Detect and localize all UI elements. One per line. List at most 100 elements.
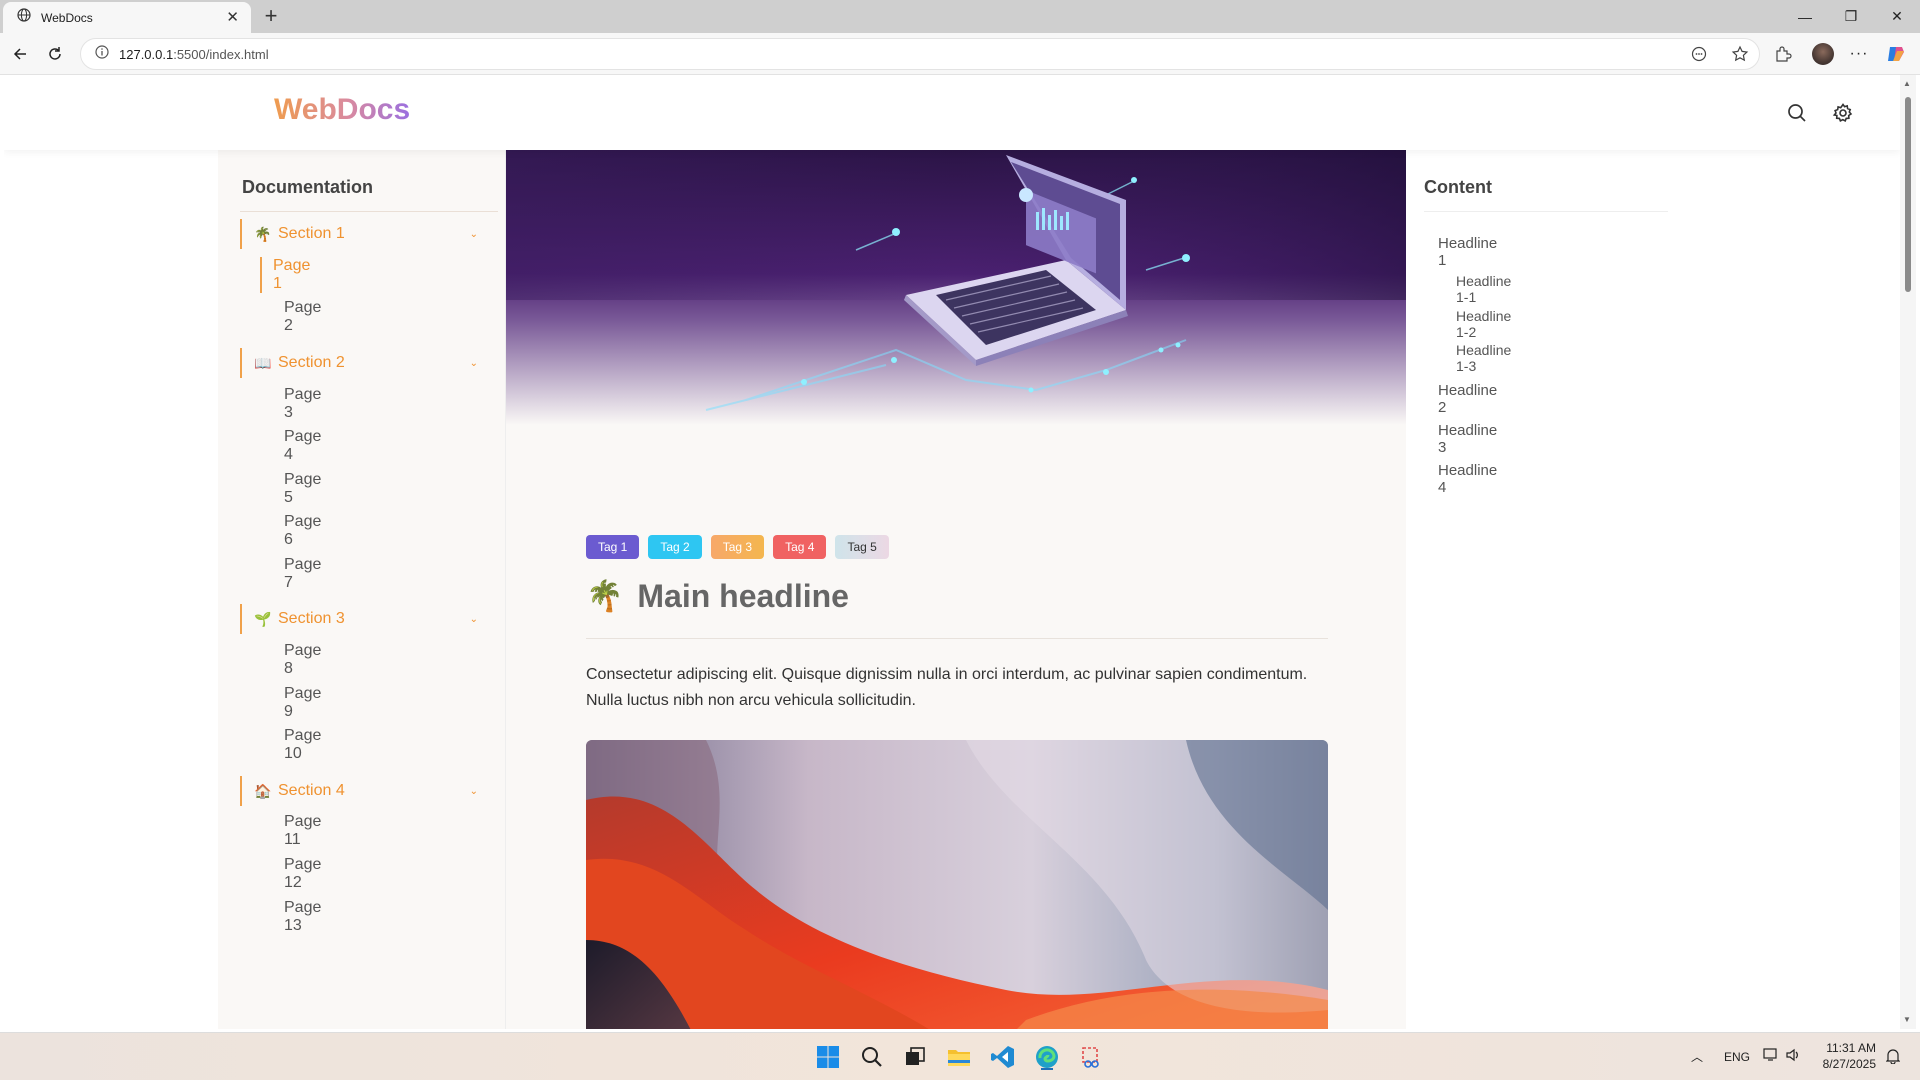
sidebar-section-2[interactable]: 📖 Section 2 ⌄ xyxy=(240,348,480,378)
chevron-down-icon[interactable]: ⌄ xyxy=(470,614,478,625)
toc-item-headline-4[interactable]: Headline 4 xyxy=(1438,462,1497,496)
palm-tree-icon: 🌴 xyxy=(254,225,272,242)
url-text: 127.0.0.1:5500/index.html xyxy=(119,46,269,62)
extensions-icon[interactable] xyxy=(1770,41,1796,67)
browser-tabstrip: WebDocs ✕ + — ❐ ✕ xyxy=(0,0,1920,33)
profile-avatar[interactable] xyxy=(1810,41,1836,67)
toc-title: Content xyxy=(1424,177,1492,197)
section-label: Section 2 xyxy=(278,354,345,371)
section-label: Section 4 xyxy=(278,782,345,799)
browser-toolbar: 127.0.0.1:5500/index.html ··· xyxy=(0,33,1920,75)
vscode-icon[interactable] xyxy=(987,1041,1019,1073)
table-of-contents xyxy=(1406,150,1666,1029)
toc-divider xyxy=(1424,211,1668,212)
favorite-star-icon[interactable] xyxy=(1727,41,1753,67)
page-title: Main headline xyxy=(637,578,849,614)
info-icon[interactable] xyxy=(95,44,109,64)
sidebar-page-5[interactable]: Page 5 xyxy=(274,471,321,507)
sidebar-section-3[interactable]: 🌱 Section 3 ⌄ xyxy=(240,604,480,634)
seedling-icon: 🌱 xyxy=(254,610,272,627)
browser-tab[interactable]: WebDocs ✕ xyxy=(3,2,251,33)
tab-title: WebDocs xyxy=(41,10,93,25)
toc-item-headline-2[interactable]: Headline 2 xyxy=(1438,382,1497,416)
task-view-icon[interactable] xyxy=(899,1041,931,1073)
scroll-up-arrow-icon[interactable]: ▲ xyxy=(1903,79,1911,88)
page-viewport: WebDocs Documentation 🌴 Section 1 ⌄ Page… xyxy=(4,75,1900,1029)
sidebar-page-4[interactable]: Page 4 xyxy=(274,428,321,464)
sidebar-section-1[interactable]: 🌴 Section 1 ⌄ xyxy=(240,219,480,249)
more-menu-icon[interactable]: ··· xyxy=(1846,41,1872,67)
new-tab-button[interactable]: + xyxy=(256,3,286,29)
restore-button[interactable]: ❐ xyxy=(1828,0,1874,33)
open-book-icon: 📖 xyxy=(254,354,272,371)
sidebar-divider xyxy=(240,211,498,212)
scroll-thumb[interactable] xyxy=(1905,97,1911,292)
tag-3[interactable]: Tag 3 xyxy=(710,535,765,559)
sidebar-page-10[interactable]: Page 10 xyxy=(274,727,321,763)
headline-divider xyxy=(586,638,1328,639)
sidebar-page-1[interactable]: Page 1 xyxy=(260,257,310,293)
hero-image xyxy=(506,150,1406,425)
section-label: Section 1 xyxy=(278,225,345,242)
close-window-button[interactable]: ✕ xyxy=(1874,0,1920,33)
sidebar-page-7[interactable]: Page 7 xyxy=(274,556,321,592)
snipping-tool-icon[interactable] xyxy=(1075,1041,1107,1073)
file-explorer-icon[interactable] xyxy=(943,1041,975,1073)
close-tab-icon[interactable]: ✕ xyxy=(226,10,239,25)
house-icon: 🏠 xyxy=(254,782,272,799)
globe-icon xyxy=(17,8,31,27)
notification-bell-icon[interactable] xyxy=(1885,1048,1901,1067)
site-logo[interactable]: WebDocs xyxy=(274,93,410,127)
sidebar-page-6[interactable]: Page 6 xyxy=(274,513,321,549)
sidebar-section-4[interactable]: 🏠 Section 4 ⌄ xyxy=(240,776,480,806)
section-label: Section 3 xyxy=(278,610,345,627)
sidebar-page-2[interactable]: Page 2 xyxy=(274,299,321,335)
sidebar-page-8[interactable]: Page 8 xyxy=(274,642,321,678)
intro-paragraph: Consectetur adipiscing elit. Quisque dig… xyxy=(586,666,1308,709)
palm-tree-icon: 🌴 xyxy=(586,580,624,613)
reader-icon[interactable] xyxy=(1686,41,1712,67)
address-bar[interactable]: 127.0.0.1:5500/index.html xyxy=(80,38,1760,70)
volume-icon[interactable] xyxy=(1785,1048,1801,1065)
sidebar-page-12[interactable]: Page 12 xyxy=(274,856,321,892)
toc-item-headline-3[interactable]: Headline 3 xyxy=(1438,422,1497,456)
gear-icon[interactable] xyxy=(1830,100,1856,126)
language-indicator[interactable]: ENG xyxy=(1724,1050,1750,1064)
back-icon[interactable] xyxy=(7,41,33,67)
minimize-button[interactable]: — xyxy=(1782,0,1828,33)
tag-1[interactable]: Tag 1 xyxy=(586,535,640,559)
search-icon[interactable] xyxy=(856,1041,888,1073)
tag-2[interactable]: Tag 2 xyxy=(648,535,702,559)
tag-list: Tag 1 Tag 2 Tag 3 Tag 4 Tag 5 xyxy=(586,535,889,559)
clock-time[interactable]: 11:31 AM xyxy=(1824,1041,1876,1055)
sidebar-page-9[interactable]: Page 9 xyxy=(274,685,321,721)
windows-start-icon[interactable] xyxy=(812,1041,844,1073)
chevron-down-icon[interactable]: ⌄ xyxy=(470,358,478,369)
main-headline: 🌴 Main headline xyxy=(586,578,849,615)
scroll-down-arrow-icon[interactable]: ▼ xyxy=(1903,1015,1911,1024)
sidebar-page-13[interactable]: Page 13 xyxy=(274,899,321,935)
sidebar-page-11[interactable]: Page 11 xyxy=(274,813,321,849)
toc-item-headline-1-3[interactable]: Headline 1-3 xyxy=(1456,342,1511,374)
sidebar-page-3[interactable]: Page 3 xyxy=(274,386,321,422)
chevron-down-icon[interactable]: ⌄ xyxy=(470,786,478,797)
tag-5[interactable]: Tag 5 xyxy=(835,535,889,559)
toc-item-headline-1-1[interactable]: Headline 1-1 xyxy=(1456,273,1511,305)
sidebar-title: Documentation xyxy=(242,177,374,197)
toc-item-headline-1[interactable]: Headline 1 xyxy=(1438,235,1497,269)
reload-icon[interactable] xyxy=(42,41,68,67)
abstract-artwork-image xyxy=(586,740,1328,1029)
main-content: Tag 1 Tag 2 Tag 3 Tag 4 Tag 5 🌴 Main hea… xyxy=(506,150,1406,1029)
page-scrollbar[interactable]: ▲ ▼ xyxy=(1900,75,1916,1029)
clock-date[interactable]: 8/27/2025 xyxy=(1818,1057,1876,1071)
chevron-down-icon[interactable]: ⌄ xyxy=(470,229,478,240)
tray-chevron-up-icon[interactable]: ︿ xyxy=(1691,1048,1703,1065)
copilot-icon[interactable] xyxy=(1883,41,1909,67)
network-icon[interactable] xyxy=(1763,1048,1779,1065)
edge-browser-icon[interactable] xyxy=(1031,1041,1063,1073)
tag-4[interactable]: Tag 4 xyxy=(773,535,827,559)
toc-item-headline-1-2[interactable]: Headline 1-2 xyxy=(1456,308,1511,340)
site-header: WebDocs xyxy=(4,75,1900,150)
search-icon[interactable] xyxy=(1784,100,1810,126)
windows-taskbar: ︿ ENG 11:31 AM 8/27/2025 xyxy=(0,1032,1920,1080)
